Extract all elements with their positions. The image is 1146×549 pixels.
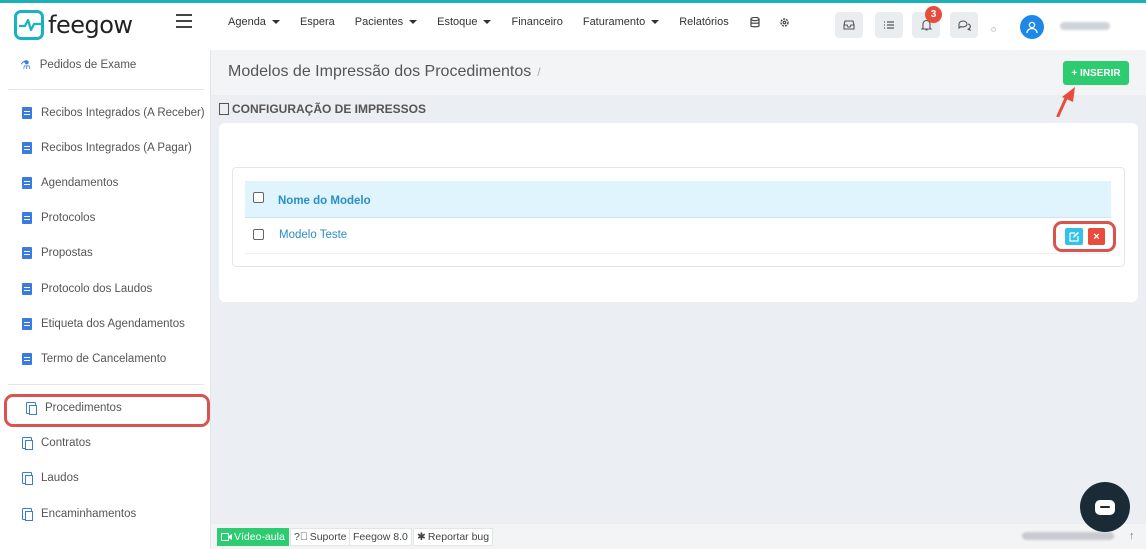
document-icon xyxy=(22,107,32,119)
sidebar-divider xyxy=(8,89,204,90)
row-checkbox[interactable] xyxy=(253,229,264,240)
table-row-name-link[interactable]: Modelo Teste xyxy=(279,229,347,241)
highlight-annotation xyxy=(1053,221,1116,252)
table-header: Nome do Modelo xyxy=(245,181,1111,218)
report-bug-button[interactable]: ✱ Reportar bug xyxy=(413,528,494,546)
sidebar-item-propostas[interactable]: Propostas xyxy=(0,243,211,263)
sidebar-item-protocolos[interactable]: Protocolos xyxy=(0,208,211,228)
nav-item-espera[interactable]: Espera xyxy=(300,16,335,28)
file-icon xyxy=(219,103,229,115)
document-icon xyxy=(22,142,32,154)
sidebar-item-encaminhamentos[interactable]: Encaminhamentos xyxy=(0,504,211,524)
tasks-icon[interactable] xyxy=(875,12,903,38)
document-icon xyxy=(22,247,32,259)
notification-badge: 3 xyxy=(925,6,942,23)
arrow-up-icon[interactable]: ↑ xyxy=(1129,530,1135,542)
select-all-checkbox[interactable] xyxy=(253,192,264,203)
help-circle-icon: ?⃝ xyxy=(294,531,308,543)
inbox-icon[interactable] xyxy=(835,12,863,38)
insert-button[interactable]: + INSERIR xyxy=(1063,61,1129,85)
flask-icon: ⚗ xyxy=(20,58,31,72)
support-button[interactable]: ?⃝ Suporte xyxy=(290,528,351,546)
nav-item-estoque[interactable]: Estoque xyxy=(437,16,492,28)
sidebar-item-recibos-pagar[interactable]: Recibos Integrados (A Pagar) xyxy=(0,138,211,158)
sidebar-item-protocolo-laudos[interactable]: Protocolo dos Laudos xyxy=(0,279,211,299)
sidebar-item-contratos[interactable]: Contratos xyxy=(0,433,211,453)
database-icon[interactable] xyxy=(749,16,761,28)
document-icon xyxy=(22,212,32,224)
sidebar-item-etiqueta-agendamentos[interactable]: Etiqueta dos Agendamentos xyxy=(0,314,211,334)
main-nav: Agenda Espera Pacientes Estoque Financei… xyxy=(228,16,809,28)
document-icon xyxy=(22,283,32,295)
nav-item-pacientes[interactable]: Pacientes xyxy=(355,16,418,28)
feegow-logo[interactable]: feegow xyxy=(14,10,133,40)
copy-icon xyxy=(22,508,33,521)
footer-info-blurred xyxy=(1022,532,1114,540)
chevron-down-icon xyxy=(483,20,492,24)
breadcrumb-separator: / xyxy=(537,65,541,79)
status-dot xyxy=(991,27,996,32)
sidebar-item-laudos[interactable]: Laudos xyxy=(0,468,211,488)
video-lesson-button[interactable]: Vídeo-aula xyxy=(217,528,289,546)
sidebar-divider xyxy=(8,384,204,385)
nav-item-faturamento[interactable]: Faturamento xyxy=(583,16,660,28)
chat-widget-button[interactable] xyxy=(1080,482,1130,532)
page-title: Modelos de Impressão dos Procedimentos / xyxy=(228,63,541,80)
nav-item-relatorios[interactable]: Relatórios xyxy=(679,16,729,28)
highlight-annotation xyxy=(4,394,210,427)
video-icon xyxy=(221,533,232,541)
chevron-down-icon xyxy=(651,20,660,24)
column-header-name[interactable]: Nome do Modelo xyxy=(278,195,371,207)
gear-icon[interactable] xyxy=(779,16,791,28)
bug-icon: ✱ xyxy=(417,531,426,543)
document-icon xyxy=(22,318,32,330)
sidebar-item-pedidos-exame[interactable]: ⚗ Pedidos de Exame xyxy=(0,55,211,75)
sidebar-item-agendamentos[interactable]: Agendamentos xyxy=(0,173,211,193)
chat-icon[interactable] xyxy=(950,12,978,38)
sidebar-item-termo-cancelamento[interactable]: Termo de Cancelamento xyxy=(0,349,211,369)
copy-icon xyxy=(22,437,33,450)
user-name-blurred[interactable] xyxy=(1060,22,1110,30)
chevron-down-icon xyxy=(409,20,418,24)
copy-icon xyxy=(22,472,33,485)
logo-mark-icon xyxy=(14,10,44,40)
document-icon xyxy=(22,177,32,189)
logo-text: feegow xyxy=(48,11,133,39)
nav-item-agenda[interactable]: Agenda xyxy=(228,16,280,28)
nav-item-financeiro[interactable]: Financeiro xyxy=(511,16,562,28)
menu-toggle-icon[interactable] xyxy=(176,14,192,30)
document-icon xyxy=(22,353,32,365)
row-divider xyxy=(245,253,1111,254)
chat-bubble-icon xyxy=(1095,499,1115,515)
avatar[interactable] xyxy=(1020,15,1044,39)
arrow-annotation-icon xyxy=(1056,87,1075,117)
section-title: CONFIGURAÇÃO DE IMPRESSOS xyxy=(219,102,426,116)
chevron-down-icon xyxy=(271,20,280,24)
version-label: Feegow 8.0 xyxy=(349,528,412,546)
user-icon xyxy=(1026,21,1038,34)
sidebar-item-recibos-receber[interactable]: Recibos Integrados (A Receber) xyxy=(0,103,211,123)
